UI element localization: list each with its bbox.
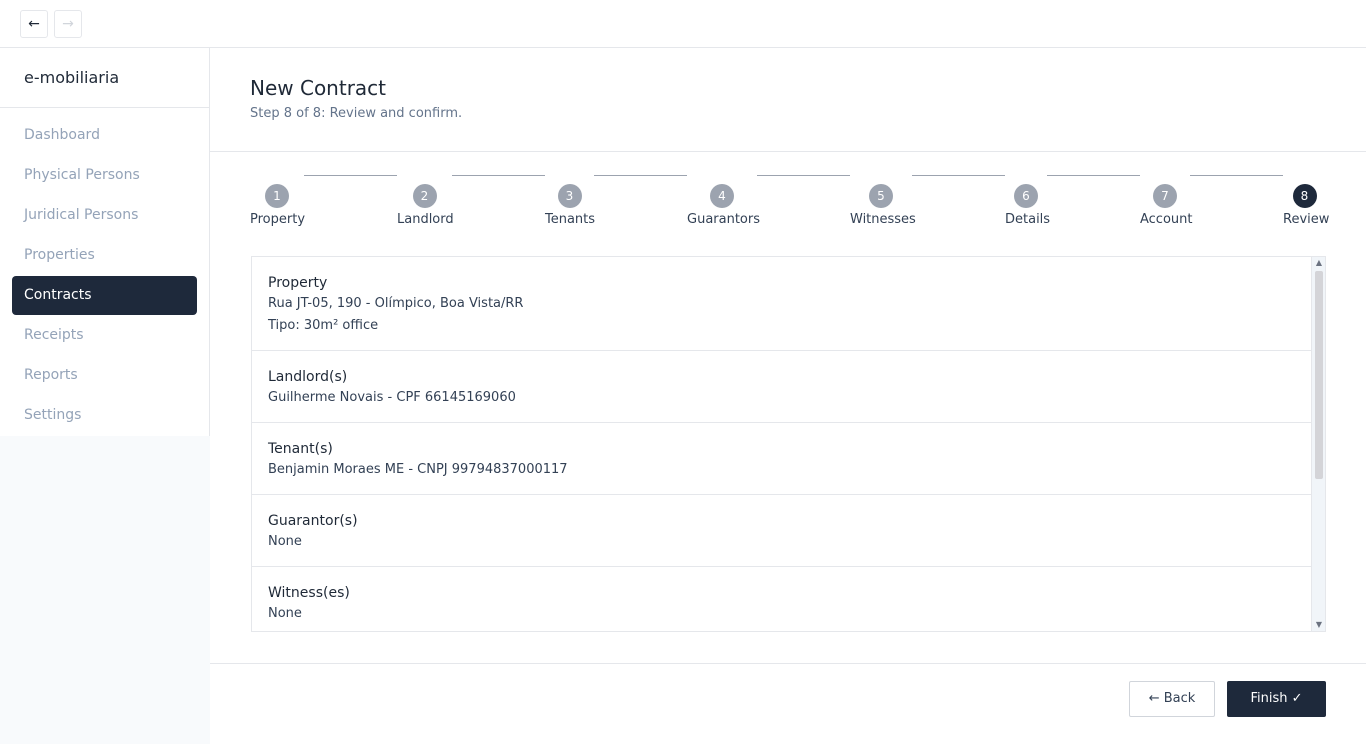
step-label: Landlord (397, 212, 454, 227)
stepper: 1 Property 2 Landlord 3 Tenants 4 Guaran… (250, 175, 1330, 234)
top-bar: ← → (0, 0, 1366, 48)
sidebar-item-reports[interactable]: Reports (12, 356, 197, 395)
step-number: 3 (557, 184, 582, 208)
step-label: Account (1140, 212, 1193, 227)
step-label: Guarantors (687, 212, 760, 227)
forward-arrow-button[interactable]: → (54, 10, 82, 38)
step-connector (594, 175, 687, 176)
step-landlord[interactable]: 2 Landlord (397, 184, 454, 227)
review-heading: Property (268, 275, 328, 291)
scrollbar[interactable]: ▲ ▼ (1311, 257, 1325, 631)
sidebar-panel: e-mobiliaria Dashboard Physical Persons … (0, 48, 210, 436)
step-details[interactable]: 6 Details (1005, 184, 1051, 227)
step-connector (1047, 175, 1140, 176)
review-value: Rua JT-05, 190 - Olímpico, Boa Vista/RR (268, 296, 524, 311)
sidebar-item-properties[interactable]: Properties (12, 236, 197, 275)
sidebar-item-physical-persons[interactable]: Physical Persons (12, 156, 197, 195)
step-label: Tenants (545, 212, 596, 227)
step-connector (757, 175, 850, 176)
step-property[interactable]: 1 Property (250, 184, 306, 227)
step-number: 5 (869, 184, 893, 208)
sidebar-item-settings[interactable]: Settings (12, 396, 197, 435)
step-connector (1190, 175, 1283, 176)
step-account[interactable]: 7 Account (1140, 184, 1193, 227)
review-heading: Guarantor(s) (268, 513, 358, 529)
review-list: Property Rua JT-05, 190 - Olímpico, Boa … (252, 257, 1311, 631)
review-item-landlords: Landlord(s) Guilherme Novais - CPF 66145… (252, 351, 1311, 423)
step-tenants[interactable]: 3 Tenants (545, 184, 596, 227)
review-value: Guilherme Novais - CPF 66145169060 (268, 390, 516, 405)
review-heading: Witness(es) (268, 585, 350, 601)
step-connector (304, 175, 397, 176)
review-item-witnesses: Witness(es) None (252, 567, 1311, 631)
back-arrow-button[interactable]: ← (20, 10, 48, 38)
sidebar-menu: Dashboard Physical Persons Juridical Per… (0, 108, 209, 435)
sidebar-item-dashboard[interactable]: Dashboard (12, 116, 197, 155)
step-label: Details (1005, 212, 1051, 227)
step-connector (452, 175, 545, 176)
review-item-guarantors: Guarantor(s) None (252, 495, 1311, 567)
arrow-left-icon: ← (28, 16, 40, 32)
step-label: Review (1283, 212, 1330, 227)
page-header: New Contract Step 8 of 8: Review and con… (210, 48, 1366, 152)
step-label: Property (250, 212, 306, 227)
main-content: New Contract Step 8 of 8: Review and con… (210, 48, 1366, 744)
review-heading: Tenant(s) (268, 441, 333, 457)
step-number: 1 (265, 184, 289, 208)
finish-button[interactable]: Finish ✓ (1227, 681, 1326, 717)
review-item-tenants: Tenant(s) Benjamin Moraes ME - CNPJ 9979… (252, 423, 1311, 495)
sidebar-item-contracts[interactable]: Contracts (12, 276, 197, 315)
page-title: New Contract (250, 76, 387, 100)
step-number: 7 (1153, 184, 1177, 208)
review-item-property: Property Rua JT-05, 190 - Olímpico, Boa … (252, 257, 1311, 351)
arrow-right-icon: → (62, 16, 74, 32)
review-value: Tipo: 30m² office (268, 318, 379, 333)
step-guarantors[interactable]: 4 Guarantors (687, 184, 760, 227)
step-number: 4 (710, 184, 734, 208)
sidebar: e-mobiliaria Dashboard Physical Persons … (0, 48, 210, 744)
review-summary-panel[interactable]: Property Rua JT-05, 190 - Olímpico, Boa … (251, 256, 1326, 632)
scroll-up-icon[interactable]: ▲ (1312, 257, 1325, 269)
review-heading: Landlord(s) (268, 369, 348, 385)
step-number: 8 (1292, 184, 1317, 208)
footer-actions: ← Back Finish ✓ (210, 663, 1366, 744)
sidebar-item-receipts[interactable]: Receipts (12, 316, 197, 355)
step-number: 6 (1014, 184, 1038, 208)
back-button[interactable]: ← Back (1129, 681, 1215, 717)
scroll-down-icon[interactable]: ▼ (1312, 619, 1325, 631)
brand-logo: e-mobiliaria (0, 48, 209, 108)
step-number: 2 (412, 184, 437, 208)
step-witnesses[interactable]: 5 Witnesses (850, 184, 916, 227)
sidebar-item-juridical-persons[interactable]: Juridical Persons (12, 196, 197, 235)
page-subtitle: Step 8 of 8: Review and confirm. (250, 106, 463, 121)
step-review[interactable]: 8 Review (1283, 184, 1330, 227)
review-value: None (268, 606, 302, 621)
step-connector (912, 175, 1005, 176)
review-value: None (268, 534, 302, 549)
scroll-thumb[interactable] (1315, 271, 1323, 479)
step-label: Witnesses (850, 212, 916, 227)
review-value: Benjamin Moraes ME - CNPJ 99794837000117 (268, 462, 568, 477)
